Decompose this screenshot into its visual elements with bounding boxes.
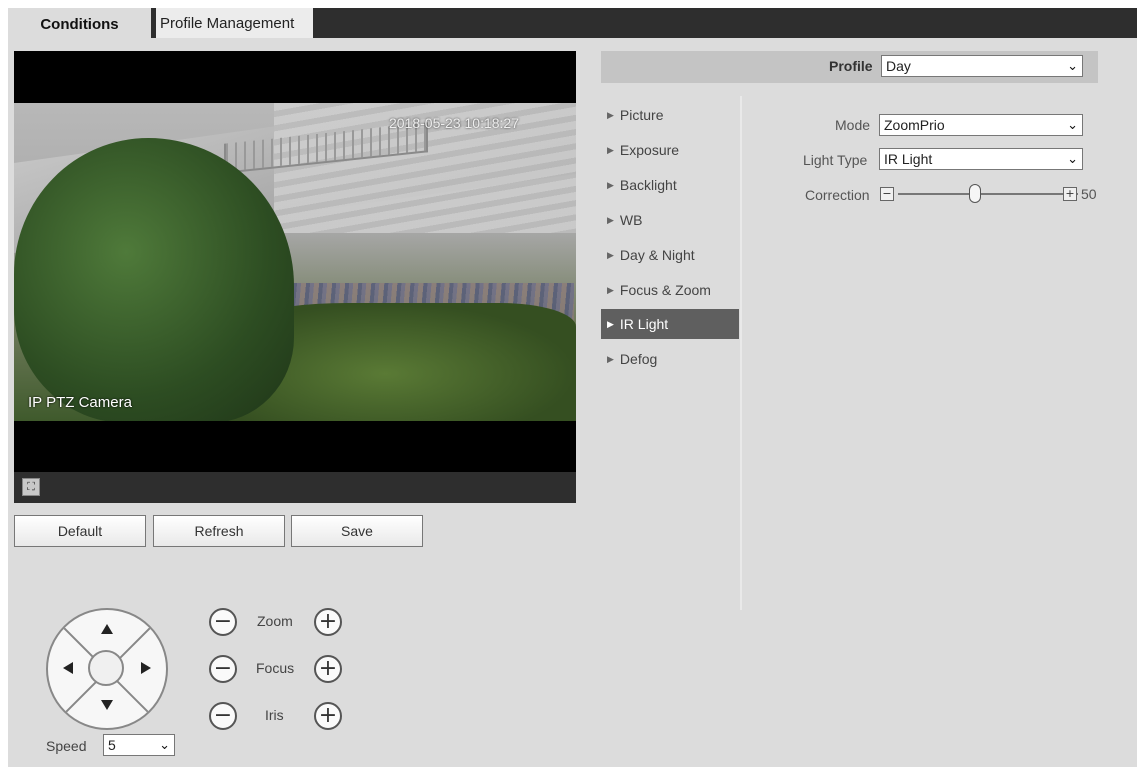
light-type-select[interactable]: IR Light ⌄ bbox=[879, 148, 1083, 170]
zoom-label: Zoom bbox=[257, 613, 293, 629]
menu-item-picture[interactable]: ▶ Picture bbox=[601, 100, 739, 130]
focus-minus-button[interactable]: − bbox=[209, 655, 237, 683]
menu-item-backlight[interactable]: ▶ Backlight bbox=[601, 170, 739, 200]
triangle-right-icon: ▶ bbox=[607, 318, 614, 329]
menu-item-label: Picture bbox=[619, 107, 664, 123]
speed-value: 5 bbox=[108, 737, 116, 753]
save-button[interactable]: Save bbox=[291, 515, 423, 547]
mode-select[interactable]: ZoomPrio ⌄ bbox=[879, 114, 1083, 136]
correction-slider-track[interactable] bbox=[898, 193, 1078, 195]
tab-profile-management[interactable]: Profile Management bbox=[156, 8, 313, 38]
focus-label: Focus bbox=[256, 660, 295, 676]
triangle-right-icon: ▶ bbox=[607, 284, 614, 295]
profile-value: Day bbox=[886, 58, 911, 74]
arrow-down-icon[interactable] bbox=[101, 700, 113, 710]
menu-item-focus-zoom[interactable]: ▶ Focus & Zoom bbox=[601, 275, 739, 305]
menu-item-label: Exposure bbox=[619, 142, 680, 158]
correction-plus-button[interactable]: + bbox=[1063, 187, 1077, 201]
menu-item-wb[interactable]: ▶ WB bbox=[601, 205, 739, 235]
menu-item-label: WB bbox=[619, 212, 643, 228]
mode-value: ZoomPrio bbox=[884, 117, 945, 133]
correction-value: 50 bbox=[1081, 186, 1097, 202]
chevron-down-icon: ⌄ bbox=[1067, 117, 1078, 132]
menu-item-ir-light[interactable]: ▶ IR Light bbox=[601, 309, 739, 339]
arrow-right-icon[interactable] bbox=[141, 662, 151, 674]
zoom-plus-button[interactable]: + bbox=[314, 608, 342, 636]
focus-plus-button[interactable]: + bbox=[314, 655, 342, 683]
iris-label: Iris bbox=[265, 707, 284, 723]
mode-label: Mode bbox=[835, 117, 871, 133]
menu-item-day-night[interactable]: ▶ Day & Night bbox=[601, 240, 739, 270]
tab-conditions[interactable]: Conditions bbox=[8, 8, 151, 41]
menu-item-label: Day & Night bbox=[619, 247, 695, 263]
triangle-right-icon: ▶ bbox=[607, 249, 614, 260]
light-type-label: Light Type bbox=[803, 152, 868, 168]
speed-select[interactable]: 5 ⌄ bbox=[103, 734, 175, 756]
correction-slider-handle[interactable] bbox=[969, 184, 981, 203]
chevron-down-icon: ⌄ bbox=[1067, 151, 1078, 166]
triangle-right-icon: ▶ bbox=[607, 353, 614, 364]
default-button[interactable]: Default bbox=[14, 515, 146, 547]
refresh-button[interactable]: Refresh bbox=[153, 515, 285, 547]
camera-scene: 2018-05-23 10:18:27 IP PTZ Camera bbox=[14, 103, 576, 421]
ptz-center-button[interactable] bbox=[88, 650, 124, 686]
correction-minus-button[interactable]: − bbox=[880, 187, 894, 201]
video-toolbar: ⛶ bbox=[14, 472, 576, 503]
menu-item-label: Defog bbox=[619, 351, 658, 367]
osd-camera-name: IP PTZ Camera bbox=[28, 394, 132, 411]
profile-select[interactable]: Day ⌄ bbox=[881, 55, 1083, 77]
zoom-minus-button[interactable]: − bbox=[209, 608, 237, 636]
menu-item-exposure[interactable]: ▶ Exposure bbox=[601, 135, 739, 165]
triangle-right-icon: ▶ bbox=[607, 144, 614, 155]
iris-plus-button[interactable]: + bbox=[314, 702, 342, 730]
menu-divider bbox=[740, 96, 742, 610]
arrow-up-icon[interactable] bbox=[101, 624, 113, 634]
correction-label: Correction bbox=[805, 187, 870, 203]
osd-timestamp: 2018-05-23 10:18:27 bbox=[389, 115, 519, 131]
menu-item-label: Focus & Zoom bbox=[619, 282, 711, 298]
fullscreen-icon[interactable]: ⛶ bbox=[22, 478, 40, 496]
menu-item-label: Backlight bbox=[619, 177, 677, 193]
profile-label: Profile bbox=[829, 58, 873, 74]
chevron-down-icon: ⌄ bbox=[1067, 58, 1078, 73]
iris-minus-button[interactable]: − bbox=[209, 702, 237, 730]
speed-label: Speed bbox=[46, 738, 87, 754]
menu-item-defog[interactable]: ▶ Defog bbox=[601, 344, 739, 374]
arrow-left-icon[interactable] bbox=[63, 662, 73, 674]
light-type-value: IR Light bbox=[884, 151, 933, 167]
triangle-right-icon: ▶ bbox=[607, 214, 614, 225]
triangle-right-icon: ▶ bbox=[607, 109, 614, 120]
chevron-down-icon: ⌄ bbox=[159, 737, 170, 752]
menu-item-label: IR Light bbox=[619, 316, 669, 332]
video-preview[interactable]: 2018-05-23 10:18:27 IP PTZ Camera bbox=[14, 51, 576, 472]
triangle-right-icon: ▶ bbox=[607, 179, 614, 190]
